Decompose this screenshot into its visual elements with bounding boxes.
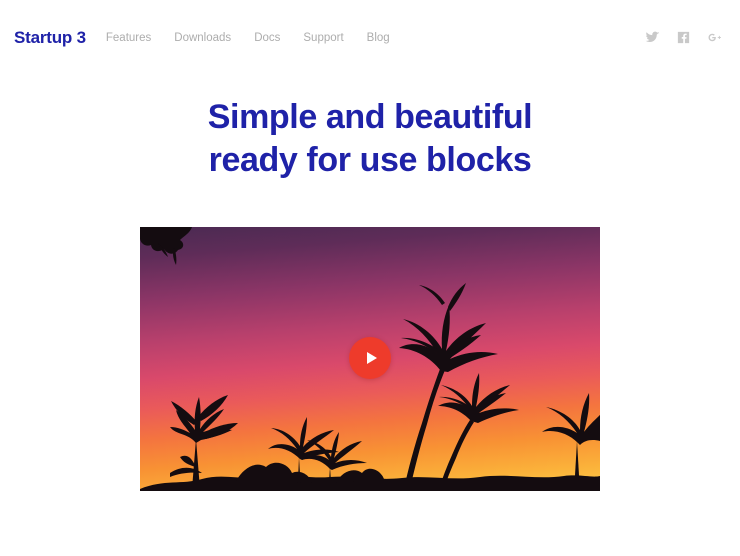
headline-line-2: ready for use blocks <box>208 141 532 179</box>
main-navigation: Features Downloads Docs Support Blog <box>104 28 390 46</box>
nav-link-downloads[interactable]: Downloads <box>174 32 231 44</box>
video-thumbnail <box>140 227 600 491</box>
site-header: Startup 3 Features Downloads Docs Suppor… <box>0 0 740 74</box>
headline-line-1: Simple and beautiful <box>207 98 533 136</box>
social-links <box>645 30 726 45</box>
googleplus-icon[interactable] <box>707 30 722 45</box>
nav-item-docs: Docs <box>254 28 280 46</box>
nav-link-support[interactable]: Support <box>303 32 343 44</box>
facebook-icon[interactable] <box>676 30 691 45</box>
play-button[interactable] <box>349 337 391 379</box>
nav-link-blog[interactable]: Blog <box>367 32 390 44</box>
nav-link-docs[interactable]: Docs <box>254 32 280 44</box>
twitter-icon[interactable] <box>645 30 660 45</box>
page-title: Simple and beautiful ready for use block… <box>0 96 740 182</box>
video-block[interactable] <box>140 227 600 491</box>
nav-item-downloads: Downloads <box>174 28 231 46</box>
nav-item-support: Support <box>303 28 343 46</box>
brand-logo[interactable]: Startup 3 <box>14 29 86 46</box>
nav-item-features: Features <box>106 28 151 46</box>
play-icon <box>366 352 377 364</box>
nav-item-blog: Blog <box>367 28 390 46</box>
nav-link-features[interactable]: Features <box>106 32 151 44</box>
hero-section: Simple and beautiful ready for use block… <box>0 96 740 182</box>
